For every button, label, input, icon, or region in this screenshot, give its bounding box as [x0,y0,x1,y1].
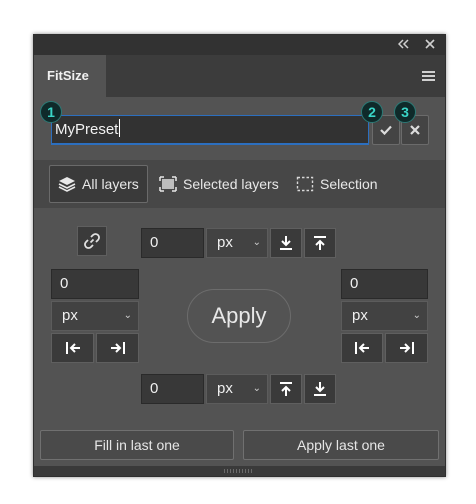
bottom-align-down-button[interactable] [304,374,336,404]
double-chevron-left-icon[interactable] [396,37,412,53]
text-caret [119,119,121,137]
top-align-up-button[interactable] [304,228,336,258]
mode-all-layers[interactable]: All layers [49,165,148,203]
mode-all-layers-label: All layers [82,176,139,192]
right-align-right-button[interactable] [385,333,428,363]
selection-marquee-icon [296,176,314,192]
hamburger-menu-icon[interactable] [422,71,435,81]
left-unit-select[interactable]: px ⌄ [51,301,139,331]
fitsize-panel: FitSize MyPreset 1 2 3 All layers Select… [33,34,446,477]
top-unit-select[interactable]: px ⌄ [206,228,268,258]
x-icon [410,125,420,135]
arrow-down-to-line-icon [314,382,326,396]
mode-selection-label: Selection [320,176,378,192]
right-value-input[interactable]: 0 [341,269,428,299]
left-align-right-button[interactable] [96,333,139,363]
layers-icon [58,177,76,192]
arrow-up-to-line-icon [314,236,326,250]
chevron-down-icon: ⌄ [252,383,261,394]
checkmark-icon [380,125,392,135]
mode-selection[interactable]: Selection [296,165,378,203]
tab-fitsize[interactable]: FitSize [34,55,106,97]
bottom-value-input[interactable]: 0 [141,374,204,404]
chevron-down-icon: ⌄ [412,310,421,321]
selected-layers-icon [159,176,177,192]
apply-button[interactable]: Apply [187,289,291,343]
chevron-down-icon: ⌄ [123,310,132,321]
chevron-down-icon: ⌄ [252,237,261,248]
apply-last-one-button[interactable]: Apply last one [243,430,439,460]
mode-selected-layers-label: Selected layers [183,176,279,192]
tab-row: FitSize [34,55,445,97]
preset-name-input[interactable]: MyPreset [51,115,369,145]
callout-badge-1: 1 [40,101,62,123]
left-value-input[interactable]: 0 [51,269,139,299]
resize-grip-icon[interactable] [224,469,254,473]
right-unit-value: px [352,307,368,324]
mode-selector: All layers Selected layers Selection [34,160,445,208]
arrow-down-to-line-icon [280,236,292,250]
mode-selected-layers[interactable]: Selected layers [159,165,279,203]
left-align-left-button[interactable] [51,333,94,363]
panel-resize-bar[interactable] [34,466,445,476]
arrow-up-to-line-icon [280,382,292,396]
bottom-unit-select[interactable]: px ⌄ [206,374,268,404]
arrow-left-to-line-icon [355,342,369,354]
link-toggle-button[interactable] [77,226,107,256]
link-icon [84,233,100,249]
arrow-right-to-line-icon [399,342,414,354]
close-icon[interactable] [422,37,438,53]
callout-badge-3: 3 [394,101,416,123]
callout-badge-2: 2 [361,101,383,123]
bottom-align-up-button[interactable] [270,374,302,404]
right-align-left-button[interactable] [341,333,383,363]
panel-titlebar [34,35,445,55]
left-unit-value: px [62,307,78,324]
top-align-down-button[interactable] [270,228,302,258]
preset-name-value: MyPreset [55,121,119,138]
bottom-unit-value: px [217,380,233,397]
right-unit-select[interactable]: px ⌄ [341,301,428,331]
arrow-left-to-line-icon [65,342,80,354]
top-value-input[interactable]: 0 [141,228,204,258]
top-unit-value: px [217,234,233,251]
arrow-right-to-line-icon [110,342,125,354]
fill-in-last-one-button[interactable]: Fill in last one [40,430,234,460]
